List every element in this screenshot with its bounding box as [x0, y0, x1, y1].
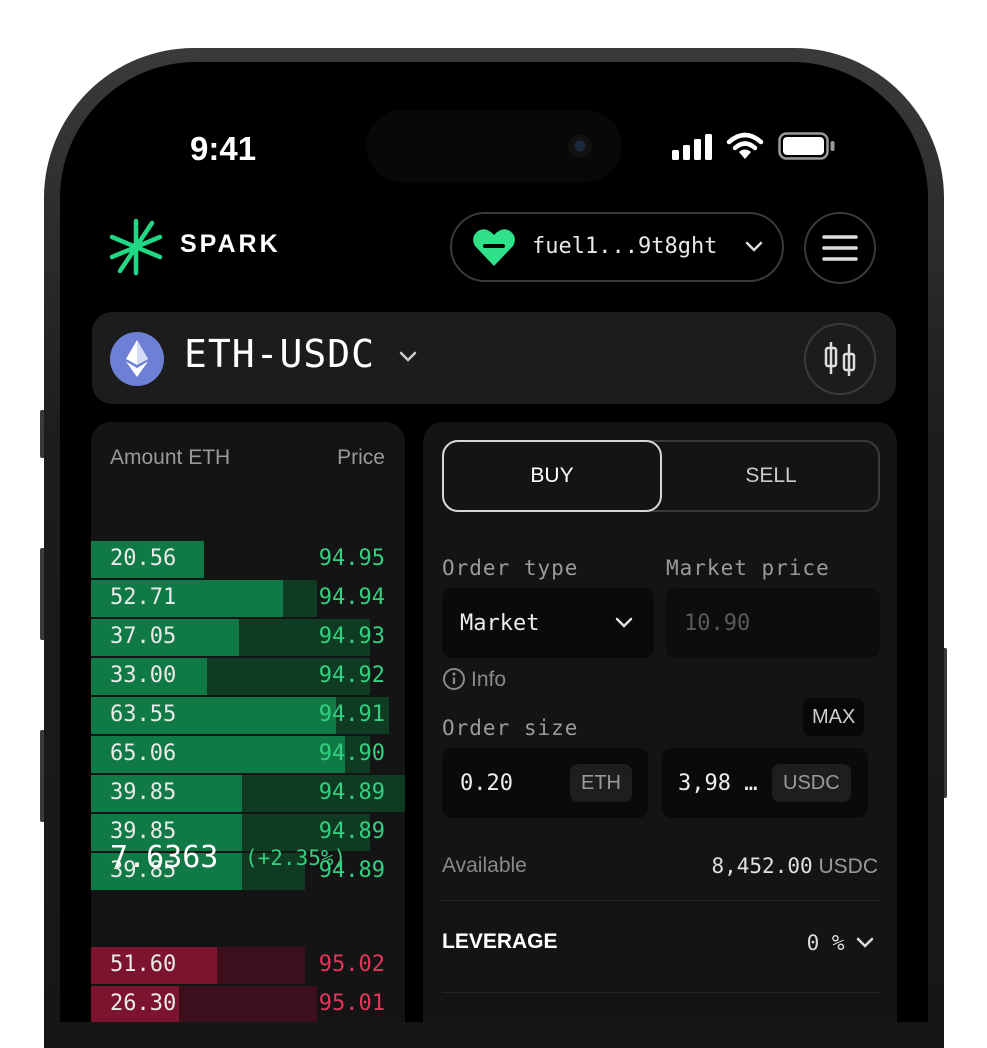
order-type-select[interactable]: Market [442, 588, 654, 658]
market-price-placeholder: 10.90 [684, 611, 751, 636]
tab-sell[interactable]: SELL [662, 440, 880, 512]
order-price: 95.01 [318, 991, 385, 1016]
order-size-usdc-value: 3,98 … [678, 771, 758, 796]
mid-price: 7.6363 [110, 840, 219, 875]
order-price: 94.94 [318, 585, 385, 610]
order-amount: 65.06 [110, 741, 177, 766]
chevron-down-icon [614, 616, 634, 635]
leverage-toggle[interactable]: 0 % [807, 931, 875, 955]
order-price: 94.90 [318, 741, 385, 766]
tab-buy[interactable]: BUY [442, 440, 662, 512]
order-amount: 33.00 [110, 663, 177, 688]
sell-order-row[interactable]: 26.30 95.01 [91, 986, 405, 1022]
available-balance: 8,452.00 USDC [711, 854, 878, 879]
order-amount: 20.56 [110, 546, 177, 571]
order-size-usdc-input[interactable]: 3,98 … USDC [662, 748, 868, 818]
market-price-field: 10.90 [666, 588, 880, 658]
menu-icon [822, 234, 858, 267]
available-label: Available [442, 854, 527, 877]
spark-logo-icon[interactable] [106, 217, 166, 282]
available-unit: USDC [818, 855, 878, 878]
leverage-label: LEVERAGE [442, 930, 558, 953]
order-amount: 39.85 [110, 780, 177, 805]
order-amount: 63.55 [110, 702, 177, 727]
order-book: Amount ETH Price 20.56 94.95 52.71 94.94 37.… [91, 422, 405, 1022]
column-header-amount: Amount ETH [110, 446, 231, 469]
status-time: 9:41 [190, 130, 257, 167]
buy-order-row[interactable]: 63.55 94.91 [91, 697, 405, 734]
order-price: 95.02 [318, 952, 385, 977]
column-header-price: Price [337, 446, 385, 469]
chevron-down-icon [744, 240, 764, 259]
chevron-down-icon [398, 350, 418, 369]
divider [442, 992, 880, 993]
buy-order-row[interactable]: 65.06 94.90 [91, 736, 405, 773]
order-amount: 37.05 [110, 624, 177, 649]
order-size-eth-value: 0.20 [460, 771, 513, 796]
brand-name: SPARK [180, 230, 281, 258]
battery-icon [778, 132, 836, 165]
leverage-value: 0 % [806, 931, 845, 955]
order-price: 94.89 [318, 819, 385, 844]
sell-order-row[interactable]: 51.60 95.02 [91, 947, 405, 984]
wallet-address: fuel1...9t8ght [532, 234, 718, 259]
order-amount: 52.71 [110, 585, 177, 610]
order-price: 94.93 [318, 624, 385, 649]
order-amount: 26.30 [110, 991, 177, 1016]
order-size-eth-input[interactable]: 0.20 ETH [442, 748, 648, 818]
available-amount: 8,452.00 [711, 854, 813, 878]
order-price: 94.95 [318, 546, 385, 571]
order-price: 94.92 [318, 663, 385, 688]
info-link[interactable]: Info [471, 668, 506, 692]
phone-screen: 9:41 SPARK fuel1...9t8ght ETH-USDC Amoun… [60, 62, 928, 1022]
market-pair: ETH-USDC [184, 332, 376, 376]
price-change: (+2.35%) [245, 846, 347, 870]
divider [442, 900, 880, 901]
buy-order-row[interactable]: 52.71 94.94 [91, 580, 405, 617]
candlestick-chart-icon [823, 340, 857, 383]
order-type-value: Market [460, 611, 540, 636]
buy-order-row[interactable]: 33.00 94.92 [91, 658, 405, 695]
unit-usdc: USDC [772, 764, 851, 802]
signal-icon [672, 134, 714, 165]
chevron-down-icon [855, 936, 875, 955]
market-price-label: Market price [666, 556, 830, 580]
order-price: 94.89 [318, 780, 385, 805]
buy-order-row[interactable]: 37.05 94.93 [91, 619, 405, 656]
buy-order-row[interactable]: 20.56 94.95 [91, 541, 405, 578]
order-form: BUY SELL Order type Market price Market … [423, 422, 897, 1022]
max-button[interactable]: MAX [803, 698, 865, 736]
order-size-label: Order size [442, 716, 579, 740]
unit-eth: ETH [570, 764, 632, 802]
camera-icon [568, 134, 592, 158]
ethereum-icon [110, 332, 164, 386]
order-type-label: Order type [442, 556, 579, 580]
order-amount: 51.60 [110, 952, 177, 977]
buy-order-row[interactable]: 39.85 94.89 [91, 775, 405, 812]
info-icon[interactable] [442, 667, 466, 696]
wifi-icon [726, 132, 764, 165]
order-price: 94.91 [318, 702, 385, 727]
heart-wallet-icon [472, 228, 516, 273]
